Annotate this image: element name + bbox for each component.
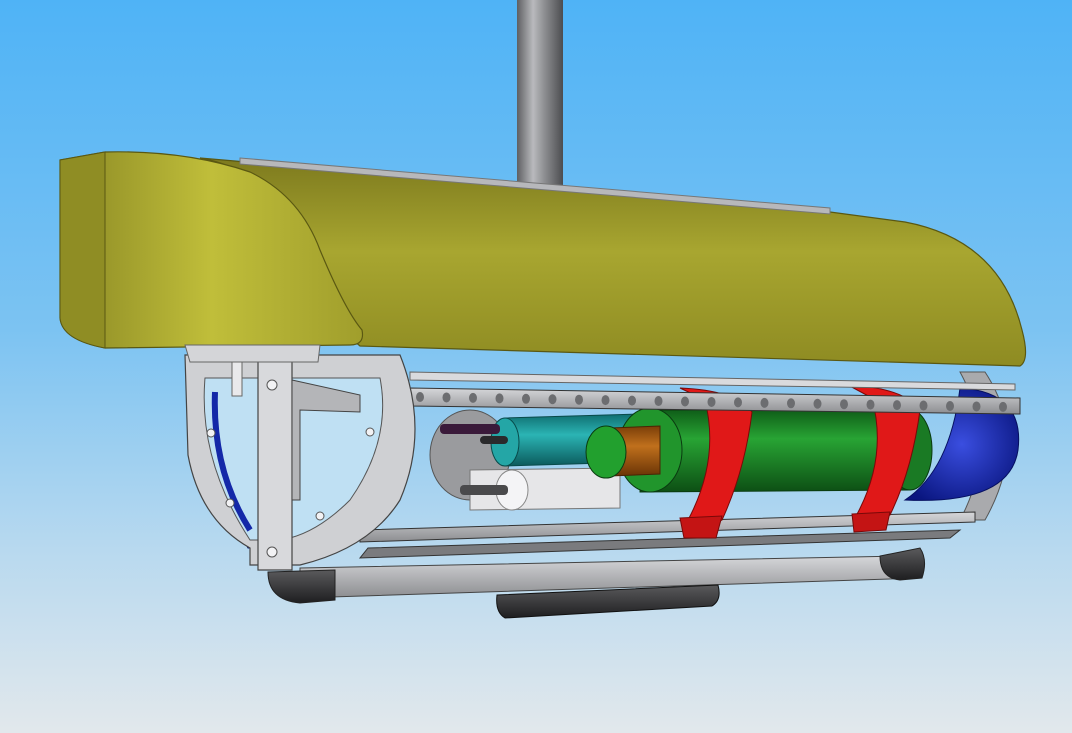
buoyancy-float <box>59 151 1027 367</box>
rail-hole <box>707 396 716 407</box>
rail-hole <box>495 393 504 404</box>
rail-hole <box>416 392 424 402</box>
lower-skid <box>267 547 926 619</box>
rail-hole <box>548 394 557 405</box>
rail-hole <box>866 399 875 410</box>
rail-hole <box>999 401 1007 412</box>
rail-hole <box>813 398 822 409</box>
rail-hole <box>601 395 610 406</box>
rail-hole <box>442 392 451 403</box>
mast-pole <box>517 0 563 192</box>
rail-hole <box>469 392 477 403</box>
cad-render-viewport <box>0 0 1072 733</box>
rail-hole <box>919 400 928 411</box>
rail-hole <box>760 397 769 408</box>
rail-hole <box>628 395 636 406</box>
rail-hole <box>840 399 848 410</box>
rov-assembly-render <box>59 0 1027 619</box>
rail-hole <box>946 401 954 411</box>
rail-hole <box>734 397 742 408</box>
rail-hole <box>522 393 530 404</box>
upper-rail <box>409 371 1021 415</box>
rail-hole <box>654 396 663 407</box>
rail-hole <box>787 398 795 409</box>
rail-hole <box>893 400 901 411</box>
rail-hole <box>575 394 583 405</box>
rail-hole <box>681 396 689 407</box>
rail-hole <box>972 401 981 412</box>
